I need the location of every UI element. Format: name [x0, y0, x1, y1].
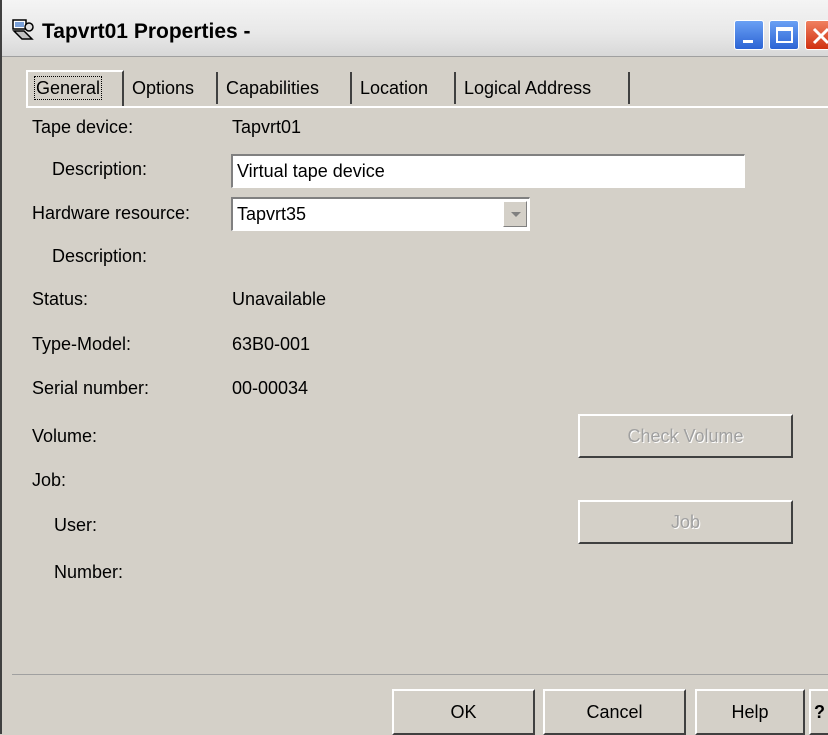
- number-label: Number:: [54, 562, 124, 582]
- check-volume-button[interactable]: Check Volume: [578, 414, 793, 458]
- status-label: Status:: [32, 289, 89, 309]
- cancel-button[interactable]: Cancel: [543, 689, 686, 735]
- tab-capabilities[interactable]: Capabilities: [218, 72, 352, 104]
- maximize-icon: [776, 27, 793, 43]
- type-model-value: 63B0-001: [232, 334, 311, 354]
- description-field[interactable]: Virtual tape device: [231, 154, 745, 188]
- description-label: Description:: [52, 159, 148, 179]
- whats-this-button[interactable]: ?: [809, 689, 828, 735]
- tape-device-value: Tapvrt01: [232, 117, 302, 137]
- type-model-label: Type-Model:: [32, 334, 132, 354]
- hardware-resource-selected: Tapvrt35: [237, 204, 307, 224]
- close-icon: [812, 27, 828, 45]
- tab-capabilities-label: Capabilities: [226, 78, 320, 98]
- status-value: Unavailable: [232, 289, 327, 309]
- maximize-button[interactable]: [769, 20, 799, 50]
- window-title: Tapvrt01 Properties -: [42, 20, 251, 43]
- tab-general-label: General: [33, 76, 103, 100]
- minimize-button[interactable]: [734, 20, 764, 50]
- tab-options-label: Options: [132, 78, 195, 98]
- job-label: Job:: [32, 470, 67, 490]
- user-label: User:: [54, 515, 98, 535]
- tape-device-icon: [12, 19, 34, 40]
- serial-number-value: 00-00034: [232, 378, 309, 398]
- combo-arrow-button[interactable]: [503, 201, 527, 227]
- title-bar[interactable]: Tapvrt01 Properties -: [2, 0, 828, 57]
- volume-label: Volume:: [32, 426, 98, 446]
- job-button[interactable]: Job: [578, 500, 793, 544]
- tape-device-label: Tape device:: [32, 117, 134, 137]
- tab-logical-address[interactable]: Logical Address: [456, 72, 630, 104]
- ok-button[interactable]: OK: [392, 689, 535, 735]
- chevron-down-icon: [511, 212, 521, 217]
- hardware-description-label: Description:: [52, 246, 148, 266]
- footer-divider: [12, 674, 828, 675]
- tab-options[interactable]: Options: [124, 72, 218, 104]
- tab-general[interactable]: General: [26, 70, 124, 106]
- tab-panel-border: [26, 106, 828, 108]
- minimize-icon: [743, 40, 753, 43]
- hardware-resource-select[interactable]: Tapvrt35: [231, 197, 530, 231]
- tab-location-label: Location: [360, 78, 429, 98]
- tab-location[interactable]: Location: [352, 72, 456, 104]
- help-button[interactable]: Help: [695, 689, 805, 735]
- properties-dialog: Tapvrt01 Properties - General Options Ca…: [0, 0, 828, 735]
- serial-number-label: Serial number:: [32, 378, 150, 398]
- tab-logical-address-label: Logical Address: [464, 78, 592, 98]
- hardware-resource-label: Hardware resource:: [32, 203, 191, 223]
- close-button[interactable]: [805, 20, 828, 50]
